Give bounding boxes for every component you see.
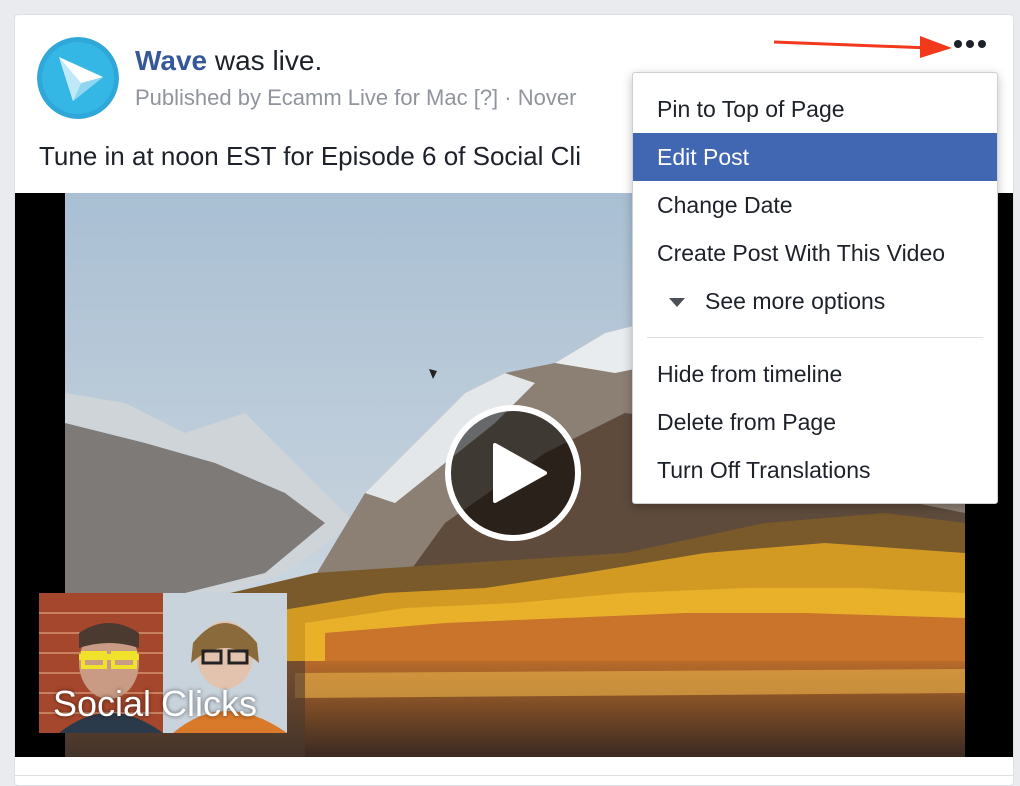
caret-down-icon xyxy=(669,298,685,308)
video-overlay-title: Social Clicks xyxy=(53,683,258,724)
page-avatar[interactable] xyxy=(37,37,119,119)
post-meta: Published by Ecamm Live for Mac [?] · No… xyxy=(135,85,576,111)
menu-item-edit-post[interactable]: Edit Post xyxy=(633,133,997,181)
play-icon xyxy=(493,443,547,503)
post-options-menu: Pin to Top of Page Edit Post Change Date… xyxy=(632,72,998,504)
menu-item-change-date[interactable]: Change Date xyxy=(633,181,997,229)
annotation-arrow-icon xyxy=(773,36,952,58)
card-divider xyxy=(15,775,1013,776)
post-header: Wave was live. xyxy=(135,45,322,77)
ellipsis-icon xyxy=(966,40,974,48)
menu-item-turn-off-translations[interactable]: Turn Off Translations xyxy=(633,446,997,494)
help-marker[interactable]: [?] xyxy=(468,85,498,110)
page-name-link[interactable]: Wave xyxy=(135,45,207,76)
post-text: Tune in at noon EST for Episode 6 of Soc… xyxy=(39,141,581,171)
see-more-options-label: See more options xyxy=(705,288,886,314)
menu-item-pin-to-top[interactable]: Pin to Top of Page xyxy=(633,85,997,133)
menu-item-hide-from-timeline[interactable]: Hide from timeline xyxy=(633,350,997,398)
ellipsis-icon xyxy=(954,40,962,48)
post-action-text: was live. xyxy=(207,45,323,76)
wave-logo-icon xyxy=(37,37,119,119)
publisher-app-link[interactable]: Ecamm Live for Mac xyxy=(267,85,468,110)
menu-item-see-more-options[interactable]: See more options xyxy=(633,277,997,325)
ellipsis-icon xyxy=(978,40,986,48)
menu-item-delete-from-page[interactable]: Delete from Page xyxy=(633,398,997,446)
menu-item-create-post-with-video[interactable]: Create Post With This Video xyxy=(633,229,997,277)
menu-separator xyxy=(647,337,983,338)
post-date-link[interactable]: · Nover xyxy=(498,85,576,110)
published-prefix: Published by xyxy=(135,85,268,110)
play-button[interactable] xyxy=(445,405,581,541)
post-options-button[interactable] xyxy=(948,30,992,58)
